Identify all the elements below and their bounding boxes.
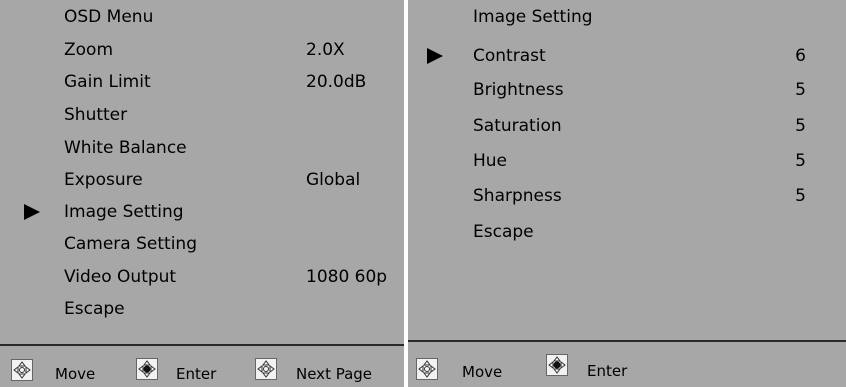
menu-item-value: 5: [795, 186, 806, 206]
move-hint-label: Move: [462, 363, 503, 381]
menu-item-contrast[interactable]: Contrast 6: [408, 43, 846, 69]
menu-item-shutter[interactable]: Shutter: [0, 102, 404, 128]
menu-item-zoom[interactable]: Zoom 2.0X: [0, 37, 404, 63]
image-setting-title: Image Setting: [473, 7, 593, 27]
joystick-press-icon: [136, 358, 158, 380]
menu-item-label: Sharpness: [473, 186, 562, 206]
menu-item-gain-limit[interactable]: Gain Limit 20.0dB: [0, 69, 404, 95]
menu-item-brightness[interactable]: Brightness 5: [408, 77, 846, 103]
joystick-arrows-icon: [416, 358, 438, 380]
menu-item-value: 5: [795, 151, 806, 171]
menu-item-label: White Balance: [64, 138, 187, 158]
menu-item-label: Video Output: [64, 267, 177, 287]
menu-item-label: Brightness: [473, 80, 564, 100]
next-page-hint-label: Next Page: [296, 365, 373, 383]
menu-item-label: Exposure: [64, 170, 143, 190]
menu-item-value: Global: [306, 170, 361, 190]
enter-hint-label: Enter: [176, 365, 217, 383]
footer-divider: [0, 344, 404, 346]
menu-item-label: Hue: [473, 151, 508, 171]
menu-item-exposure[interactable]: Exposure Global: [0, 167, 404, 193]
osd-menu-title: OSD Menu: [64, 7, 154, 27]
menu-item-value: 1080 60p: [306, 267, 388, 287]
menu-item-white-balance[interactable]: White Balance: [0, 135, 404, 161]
menu-item-hue[interactable]: Hue 5: [408, 148, 846, 174]
enter-hint-label: Enter: [587, 362, 628, 380]
menu-item-label: Shutter: [64, 105, 128, 125]
menu-item-label: Camera Setting: [64, 234, 197, 254]
menu-item-image-setting[interactable]: Image Setting: [0, 199, 404, 225]
menu-item-label: Zoom: [64, 40, 114, 60]
menu-item-escape[interactable]: Escape: [408, 219, 846, 245]
menu-item-label: Escape: [64, 299, 125, 319]
joystick-arrows-icon: [11, 359, 33, 381]
menu-item-value: 6: [795, 46, 806, 66]
menu-item-label: Escape: [473, 222, 534, 242]
menu-item-label: Saturation: [473, 116, 562, 136]
menu-item-value: 5: [795, 80, 806, 100]
menu-item-value: 5: [795, 116, 806, 136]
image-setting-panel: Image Setting Contrast 6 Brightness 5 Sa…: [408, 0, 846, 387]
menu-item-label: Image Setting: [64, 202, 184, 222]
joystick-press-icon: [546, 354, 568, 376]
footer-divider: [408, 340, 846, 342]
joystick-left-right-icon: [255, 358, 277, 380]
move-hint-label: Move: [55, 365, 96, 383]
selection-arrow-icon: [24, 204, 40, 220]
menu-item-sharpness[interactable]: Sharpness 5: [408, 183, 846, 209]
menu-item-video-output[interactable]: Video Output 1080 60p: [0, 264, 404, 290]
menu-item-value: 2.0X: [306, 40, 345, 60]
menu-item-saturation[interactable]: Saturation 5: [408, 113, 846, 139]
menu-item-camera-setting[interactable]: Camera Setting: [0, 231, 404, 257]
menu-item-label: Gain Limit: [64, 72, 151, 92]
osd-menu-panel: OSD Menu Zoom 2.0X Gain Limit 20.0dB Shu…: [0, 0, 404, 387]
menu-item-value: 20.0dB: [306, 72, 367, 92]
selection-arrow-icon: [427, 48, 443, 64]
menu-item-escape[interactable]: Escape: [0, 296, 404, 322]
menu-item-label: Contrast: [473, 46, 546, 66]
